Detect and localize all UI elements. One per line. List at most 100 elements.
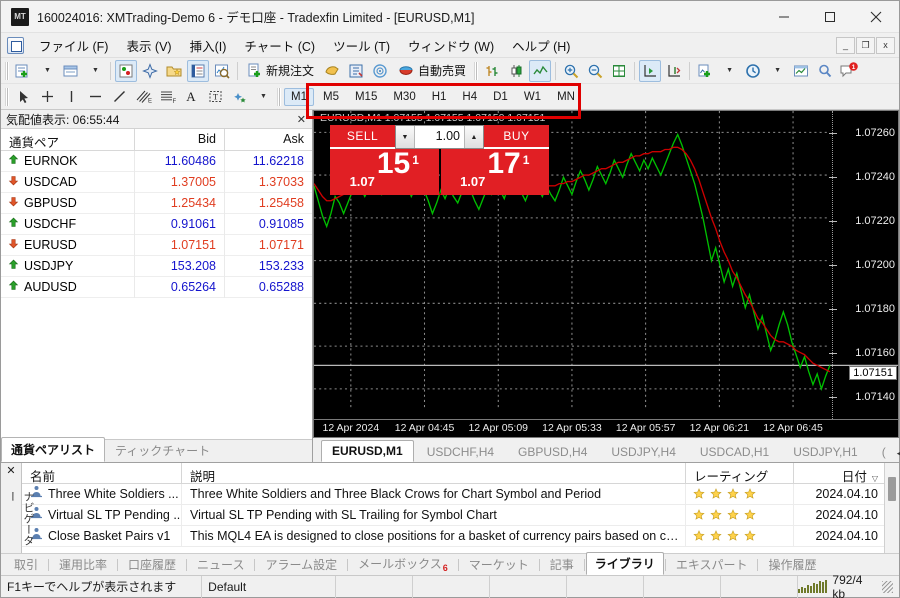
volume-stepper[interactable]: ▼ 1.00 ▲ bbox=[395, 125, 484, 149]
favorites-icon[interactable] bbox=[163, 60, 185, 82]
profiles-dropdown-icon[interactable]: ▼ bbox=[84, 60, 106, 82]
indicators-dropdown-icon[interactable]: ▼ bbox=[718, 60, 740, 82]
chart-shift-icon[interactable] bbox=[663, 60, 685, 82]
period-dropdown-icon[interactable]: ▼ bbox=[766, 60, 788, 82]
buy-button[interactable]: BUY bbox=[484, 125, 549, 149]
timeframe-w1[interactable]: W1 bbox=[517, 88, 548, 106]
terminal-tab-7[interactable]: 記事 bbox=[541, 553, 583, 575]
period-icon[interactable] bbox=[742, 60, 764, 82]
library-name-cell[interactable]: Close Basket Pairs v1 bbox=[22, 525, 182, 547]
mql5-community-icon[interactable] bbox=[321, 60, 343, 82]
terminal-tab-10[interactable]: 操作履歴 bbox=[759, 553, 825, 575]
chart-tab-usdjpy-h4[interactable]: USDJPY,H4 bbox=[600, 441, 686, 462]
navigator-icon[interactable] bbox=[139, 60, 161, 82]
terminal-scrollbar[interactable] bbox=[884, 463, 899, 553]
horizontal-line-icon[interactable] bbox=[84, 86, 106, 108]
price-axis[interactable]: 1.07260 1.07240 1.07220 1.07200 1.07180 1.071… bbox=[829, 111, 898, 419]
resize-grip-icon[interactable] bbox=[881, 580, 893, 593]
timeframe-m1[interactable]: M1 bbox=[284, 87, 314, 106]
expert-advisors-icon[interactable] bbox=[369, 60, 391, 82]
timeframe-toolbar-grip[interactable] bbox=[277, 87, 281, 106]
library-name-cell[interactable]: Three White Soldiers ... bbox=[22, 483, 182, 505]
timeframe-m15[interactable]: M15 bbox=[348, 88, 384, 106]
terminal-tab-1[interactable]: 運用比率 bbox=[50, 553, 116, 575]
candlestick-chart-icon[interactable] bbox=[505, 60, 527, 82]
column-header-bid[interactable]: Bid bbox=[135, 129, 225, 150]
terminal-tab-3[interactable]: ニュース bbox=[188, 553, 253, 575]
templates-icon[interactable] bbox=[790, 60, 812, 82]
time-axis[interactable]: 12 Apr 2024 12 Apr 04:45 12 Apr 05:09 12 Ap… bbox=[313, 420, 899, 438]
menu-window[interactable]: ウィンドウ (W) bbox=[399, 33, 503, 58]
mdi-minimize-button[interactable]: _ bbox=[836, 36, 855, 54]
status-profile[interactable]: Default bbox=[202, 575, 337, 598]
terminal-tab-8[interactable]: ライブラリ bbox=[585, 552, 664, 575]
column-header-description[interactable]: 説明 bbox=[182, 463, 686, 484]
sell-price-display[interactable]: 1.07 15 1 bbox=[330, 149, 439, 195]
column-header-date[interactable]: 日付 ▽ bbox=[794, 463, 884, 484]
menu-view[interactable]: 表示 (V) bbox=[117, 33, 180, 58]
tab-tick-chart[interactable]: ティックチャート bbox=[105, 438, 220, 462]
timeframe-h4[interactable]: H4 bbox=[455, 88, 484, 106]
trendline-icon[interactable] bbox=[108, 86, 130, 108]
equidistant-channel-icon[interactable]: E bbox=[132, 86, 154, 108]
drawing-toolbar-grip[interactable] bbox=[5, 87, 9, 106]
terminal-tab-0[interactable]: 取引 bbox=[5, 553, 47, 575]
volume-decrease-icon[interactable]: ▼ bbox=[396, 126, 415, 148]
menu-insert[interactable]: 挿入(I) bbox=[181, 33, 236, 58]
vertical-line-icon[interactable] bbox=[60, 86, 82, 108]
market-watch-row[interactable]: USDCHF 0.91061 0.91085 bbox=[1, 213, 312, 235]
sell-button[interactable]: SELL bbox=[330, 125, 395, 149]
toolbar-grip[interactable] bbox=[5, 61, 9, 80]
market-watch-row[interactable]: EURUSD 1.07151 1.07171 bbox=[1, 234, 312, 256]
market-watch-symbol-cell[interactable]: USDCHF bbox=[1, 213, 135, 235]
chart-tab-usdchf-h4[interactable]: USDCHF,H4 bbox=[416, 441, 505, 462]
navigator-vertical-label[interactable]: ナビゲーター bbox=[4, 491, 36, 553]
market-watch-symbol-cell[interactable]: USDJPY bbox=[1, 255, 135, 277]
indicators-icon[interactable] bbox=[694, 60, 716, 82]
text-label-icon[interactable]: T bbox=[204, 86, 226, 108]
column-header-ask[interactable]: Ask bbox=[225, 129, 312, 150]
chart-tab-usdjpy-h1[interactable]: USDJPY,H1 bbox=[782, 441, 868, 462]
market-watch-symbol-cell[interactable]: EURUSD bbox=[1, 234, 135, 256]
library-name-cell[interactable]: Virtual SL TP Pending ... bbox=[22, 504, 182, 526]
timeframe-d1[interactable]: D1 bbox=[486, 88, 515, 106]
market-watch-row[interactable]: GBPUSD 1.25434 1.25458 bbox=[1, 192, 312, 214]
column-header-name[interactable]: 名前 bbox=[22, 463, 182, 484]
timeframe-m30[interactable]: M30 bbox=[386, 88, 422, 106]
mdi-close-button[interactable]: x bbox=[876, 36, 895, 54]
market-watch-symbol-cell[interactable]: USDCAD bbox=[1, 171, 135, 193]
column-header-rating[interactable]: レーティング bbox=[686, 463, 794, 484]
menu-file[interactable]: ファイル (F) bbox=[30, 33, 117, 58]
market-watch-close-icon[interactable]: ✕ bbox=[291, 113, 312, 126]
alerts-icon[interactable]: 1 bbox=[838, 60, 860, 82]
mdi-restore-button[interactable]: ❐ bbox=[856, 36, 875, 54]
zoom-in-icon[interactable] bbox=[560, 60, 582, 82]
terminal-tab-6[interactable]: マーケット bbox=[460, 553, 538, 575]
auto-scroll-icon[interactable] bbox=[639, 59, 662, 82]
market-watch-symbol-cell[interactable]: EURNOK bbox=[1, 151, 135, 172]
fibonacci-icon[interactable]: F bbox=[156, 86, 178, 108]
volume-input[interactable]: 1.00 bbox=[415, 126, 464, 148]
menu-help[interactable]: ヘルプ (H) bbox=[503, 33, 579, 58]
table-row[interactable]: Virtual SL TP Pending ... Virtual SL TP P… bbox=[22, 504, 884, 526]
crosshair-icon[interactable] bbox=[36, 86, 58, 108]
minimize-button[interactable] bbox=[761, 1, 807, 33]
scrollbar-thumb[interactable] bbox=[888, 477, 896, 501]
close-button[interactable] bbox=[853, 1, 899, 33]
maximize-button[interactable] bbox=[807, 1, 853, 33]
timeframe-h1[interactable]: H1 bbox=[425, 88, 454, 106]
menu-tools[interactable]: ツール (T) bbox=[324, 33, 399, 58]
market-watch-symbol-cell[interactable]: AUDUSD bbox=[1, 276, 135, 298]
market-watch-row[interactable]: USDCAD 1.37005 1.37033 bbox=[1, 171, 312, 193]
zoom-out-icon[interactable] bbox=[584, 60, 606, 82]
shapes-icon[interactable] bbox=[228, 86, 250, 108]
terminal-tab-2[interactable]: 口座履歴 bbox=[119, 553, 185, 575]
toolbar-grip-2[interactable] bbox=[474, 61, 479, 80]
terminal-tab-4[interactable]: アラーム設定 bbox=[256, 553, 346, 575]
data-window-icon[interactable] bbox=[187, 59, 209, 82]
line-chart-icon[interactable] bbox=[529, 59, 552, 82]
shapes-dropdown-icon[interactable]: ▼ bbox=[252, 86, 274, 108]
profiles-icon[interactable] bbox=[60, 60, 82, 82]
table-row[interactable]: Three White Soldiers ... Three White Sold… bbox=[22, 483, 884, 505]
bar-chart-icon[interactable] bbox=[481, 60, 503, 82]
